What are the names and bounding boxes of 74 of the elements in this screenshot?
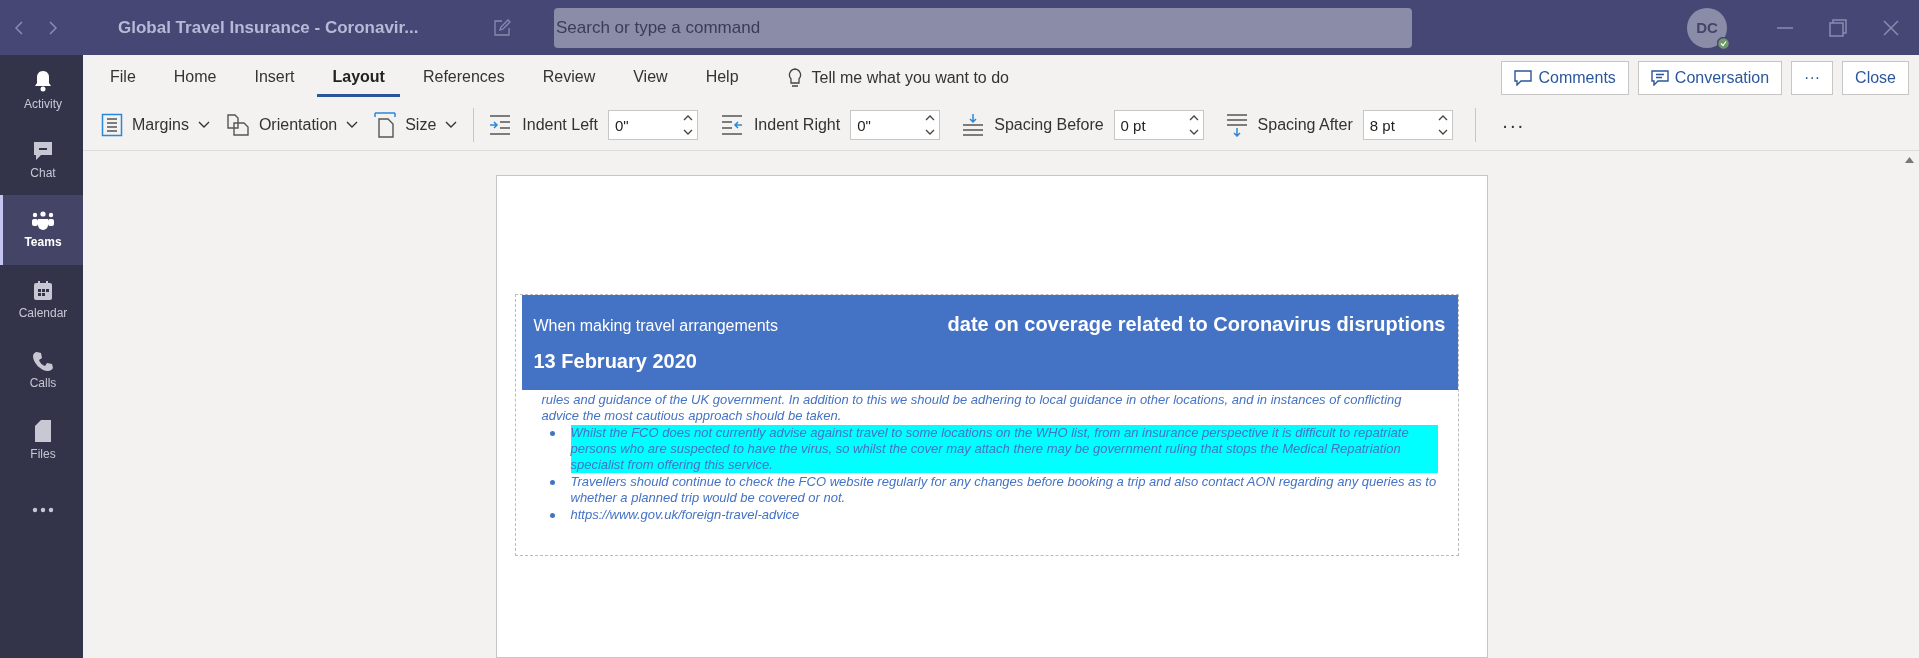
- more-options-button[interactable]: ···: [1495, 112, 1531, 138]
- dropdown-button[interactable]: Size: [374, 112, 458, 138]
- tell-me-search[interactable]: Tell me what you want to do: [781, 66, 1015, 89]
- ribbon-tab[interactable]: Home: [158, 58, 232, 97]
- date-text: 13 February 2020: [533, 349, 698, 373]
- bullet-dot: [549, 513, 555, 518]
- tooltip-text: When making travel arrangements: [533, 316, 779, 335]
- ribbon-tab[interactable]: Help: [690, 58, 754, 97]
- spin-field[interactable]: 0": [850, 110, 941, 140]
- body-text: rules and guidance of the UK government. In addition to this we should be adhering to local guidance in other locations, and in instances of conflicting advice the most cautious approach should be taken.: [541, 392, 1402, 423]
- outdent-icon: [719, 114, 744, 136]
- people-icon: [31, 211, 55, 231]
- conversation-button[interactable]: Conversation: [1637, 60, 1783, 95]
- body-text: https://www.gov.uk/foreign-travel-advice: [570, 507, 800, 522]
- rail-item[interactable]: Calendar: [0, 265, 83, 335]
- spin-field[interactable]: 8 pt: [1362, 110, 1453, 140]
- spinner-label: Spacing After: [1257, 116, 1353, 134]
- dropdown-button[interactable]: Margins: [101, 113, 210, 137]
- phone-icon: [32, 350, 54, 372]
- lightbulb-icon: [787, 67, 802, 88]
- spinner-arrows-icon[interactable]: [1188, 113, 1199, 137]
- spin-field[interactable]: 0 pt: [1113, 110, 1204, 140]
- forward-icon[interactable]: [48, 19, 58, 36]
- rail-item[interactable]: Activity: [0, 55, 83, 125]
- minimize-icon[interactable]: [1777, 26, 1793, 29]
- spinner-arrows-icon[interactable]: [682, 113, 693, 137]
- comment-icon: [1514, 69, 1533, 86]
- rail-item[interactable]: Chat: [0, 125, 83, 195]
- action-button[interactable]: Close: [1842, 60, 1909, 95]
- spacing-before-icon: [962, 113, 985, 137]
- search-field[interactable]: Search or type a command: [554, 7, 1412, 48]
- orientation-icon: [225, 113, 250, 137]
- indent-icon: [488, 114, 513, 136]
- body-text: Travellers should continue to check the FCO website regularly for any changes before booking a trip and also contact AON regarding any queries as to whether a planned trip would be covered or not.: [570, 474, 1437, 505]
- bullet-dot: [549, 431, 555, 436]
- restore-icon[interactable]: [1829, 18, 1847, 37]
- spin-field[interactable]: 0": [607, 110, 698, 140]
- bullet-dot: [549, 480, 555, 485]
- conversation-icon: [1650, 69, 1669, 86]
- spacing-after-icon: [1225, 113, 1248, 137]
- window-title: Global Travel Insurance - Coronavir...: [118, 17, 420, 38]
- ribbon-tab[interactable]: Review: [527, 58, 611, 97]
- rail-item[interactable]: Teams: [0, 195, 83, 265]
- dropdown-button[interactable]: Orientation: [225, 113, 359, 137]
- scroll-up-icon[interactable]: [1905, 157, 1914, 163]
- ribbon-tab[interactable]: References: [407, 58, 520, 97]
- page-size-icon: [374, 112, 397, 138]
- comment-button[interactable]: Comments: [1501, 60, 1629, 95]
- spinner-arrows-icon[interactable]: [925, 113, 936, 137]
- close-icon[interactable]: [1883, 19, 1899, 36]
- back-icon[interactable]: [14, 19, 24, 36]
- chat-icon: [32, 140, 54, 162]
- ribbon-tab[interactable]: View: [618, 58, 683, 97]
- file-icon: [34, 419, 52, 443]
- rail-item[interactable]: Files: [0, 405, 83, 475]
- caret-icon: [197, 121, 210, 129]
- ribbon-tab[interactable]: Layout: [317, 58, 400, 97]
- caret-icon: [346, 121, 359, 129]
- spinner-label: Indent Right: [753, 116, 841, 134]
- margins-icon: [101, 113, 123, 137]
- more-icon[interactable]: [32, 507, 54, 513]
- ribbon-tab[interactable]: Insert: [239, 58, 310, 97]
- ribbon-tab[interactable]: File: [95, 58, 151, 97]
- heading-text: date on coverage related to Coronavirus disruptions: [947, 312, 1446, 336]
- edit-icon[interactable]: [493, 18, 511, 37]
- spinner-label: Spacing Before: [994, 116, 1104, 134]
- rail-item[interactable]: Calls: [0, 335, 83, 405]
- caret-icon: [445, 121, 458, 129]
- bell-icon: [32, 69, 54, 93]
- spinner-label: Indent Left: [522, 116, 598, 134]
- calendar-icon: [32, 280, 54, 302]
- spinner-arrows-icon[interactable]: [1437, 113, 1448, 137]
- action-button[interactable]: ···: [1791, 60, 1834, 95]
- available-status-icon: [1717, 36, 1730, 50]
